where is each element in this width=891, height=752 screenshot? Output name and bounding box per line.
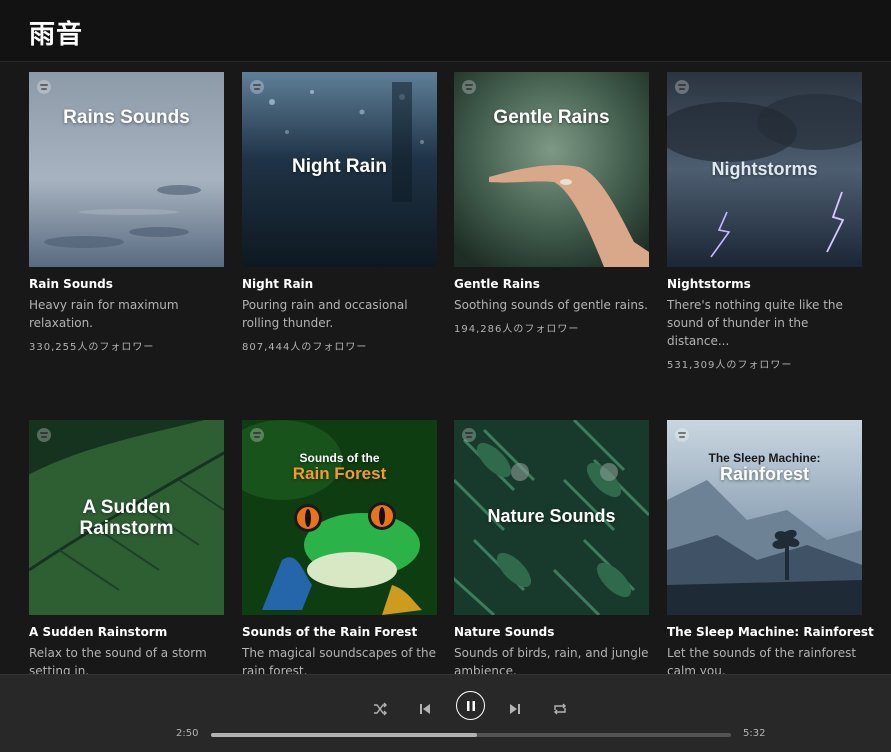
playlist-followers: 194,286人のフォロワー (454, 324, 580, 335)
spotify-logo-icon (675, 80, 689, 94)
cover-image-rain-puddle (29, 72, 224, 267)
spotify-logo-icon (462, 80, 476, 94)
playlist-followers: 807,444人のフォロワー (242, 342, 368, 353)
playlist-description: There's nothing quite like the sound of … (667, 298, 843, 348)
playlist-card[interactable]: Rains Sounds Rain Sounds Heavy rain for … (29, 72, 224, 353)
playlist-name[interactable]: Sounds of the Rain Forest (242, 625, 417, 639)
repeat-icon (554, 703, 566, 715)
playlist-name[interactable]: Rain Sounds (29, 277, 113, 291)
spotify-logo-icon (37, 80, 51, 94)
playlist-card[interactable]: A Sudden Rainstorm A Sudden Rainstorm Re… (29, 420, 224, 674)
cover-image-misty-mountains (667, 420, 862, 615)
spotify-logo-icon (250, 428, 264, 442)
playlist-followers: 330,255人のフォロワー (29, 342, 155, 353)
playlist-cover[interactable]: The Sleep Machine: Rainforest (667, 420, 862, 615)
playlist-name[interactable]: Nightstorms (667, 277, 751, 291)
cover-title-line: A Sudden (82, 497, 171, 518)
playlist-cover[interactable]: Sounds of the Rain Forest (242, 420, 437, 615)
playlist-grid: Rains Sounds Rain Sounds Heavy rain for … (0, 62, 891, 674)
spotify-logo-icon (250, 80, 264, 94)
playlist-card[interactable]: Night Rain Night Rain Pouring rain and o… (242, 72, 437, 353)
spotify-logo-icon (462, 428, 476, 442)
cover-title-line: Rainforest (719, 464, 809, 485)
cover-title: A Sudden Rainstorm (29, 497, 224, 540)
playlist-name[interactable]: Night Rain (242, 277, 313, 291)
previous-button[interactable] (411, 695, 439, 723)
cover-title: Sounds of the Rain Forest (242, 451, 437, 484)
progress-bar[interactable] (211, 733, 731, 737)
playlist-description: Sounds of birds, rain, and jungle ambien… (454, 646, 649, 674)
previous-icon (420, 704, 430, 714)
playlist-cover[interactable]: A Sudden Rainstorm (29, 420, 224, 615)
playlist-description: Heavy rain for maximum relaxation. (29, 298, 179, 330)
cover-title-line: Rain Forest (292, 464, 387, 484)
playlist-card[interactable]: The Sleep Machine: Rainforest The Sleep … (667, 420, 874, 674)
cover-title: Nature Sounds (487, 506, 616, 526)
duration-time: 5:32 (743, 728, 766, 739)
repeat-button[interactable] (546, 695, 574, 723)
page-header: 雨音 (0, 0, 891, 62)
playlist-name[interactable]: The Sleep Machine: Rainforest (667, 625, 874, 639)
cover-title: Gentle Rains (493, 107, 610, 128)
spotify-logo-icon (37, 428, 51, 442)
playback-bar: 2:50 5:32 (0, 674, 891, 752)
pause-icon (466, 700, 475, 711)
elapsed-time: 2:50 (176, 728, 199, 739)
playlist-card[interactable]: Sounds of the Rain Forest Sounds of the … (242, 420, 437, 674)
playlist-cover[interactable]: Gentle Rains (454, 72, 649, 267)
playlist-card[interactable]: Nightstorms Nightstorms There's nothing … (667, 72, 862, 371)
playlist-name[interactable]: Nature Sounds (454, 625, 554, 639)
playlist-cover[interactable]: Nightstorms (667, 72, 862, 267)
playlist-description: Pouring rain and occasional rolling thun… (242, 298, 408, 330)
playlist-description: Relax to the sound of a storm setting in… (29, 646, 207, 674)
cover-title: Rains Sounds (63, 107, 190, 128)
next-icon (510, 704, 520, 714)
playlist-cover[interactable]: Nature Sounds (454, 420, 649, 615)
next-button[interactable] (501, 695, 529, 723)
playlist-cover[interactable]: Night Rain (242, 72, 437, 267)
playlist-card[interactable]: Gentle Rains Gentle Rains Soothing sound… (454, 72, 649, 335)
playlist-description: Let the sounds of the rainforest calm yo… (667, 646, 857, 674)
shuffle-icon (374, 702, 387, 716)
cover-title: Night Rain (292, 156, 387, 177)
spotify-logo-icon (675, 428, 689, 442)
playlist-description: Soothing sounds of gentle rains. (454, 298, 648, 312)
playlist-name[interactable]: A Sudden Rainstorm (29, 625, 167, 639)
pause-button[interactable] (456, 691, 485, 720)
playlist-card[interactable]: Nature Sounds Nature Sounds Sounds of bi… (454, 420, 649, 674)
playlist-name[interactable]: Gentle Rains (454, 277, 540, 291)
playlist-cover[interactable]: Rains Sounds (29, 72, 224, 267)
cover-image-tree-frog (242, 420, 437, 615)
playlist-description: The magical soundscapes of the rain fore… (242, 646, 436, 674)
cover-title: Nightstorms (711, 159, 818, 179)
cover-image-hand-in-rain (454, 72, 649, 267)
playlist-followers: 531,309人のフォロワー (667, 360, 793, 371)
progress-fill (211, 733, 478, 737)
page-title: 雨音 (29, 20, 84, 50)
shuffle-button[interactable] (366, 695, 394, 723)
cover-title-line: Rainstorm (79, 517, 174, 539)
cover-title: The Sleep Machine: Rainforest (667, 451, 862, 485)
